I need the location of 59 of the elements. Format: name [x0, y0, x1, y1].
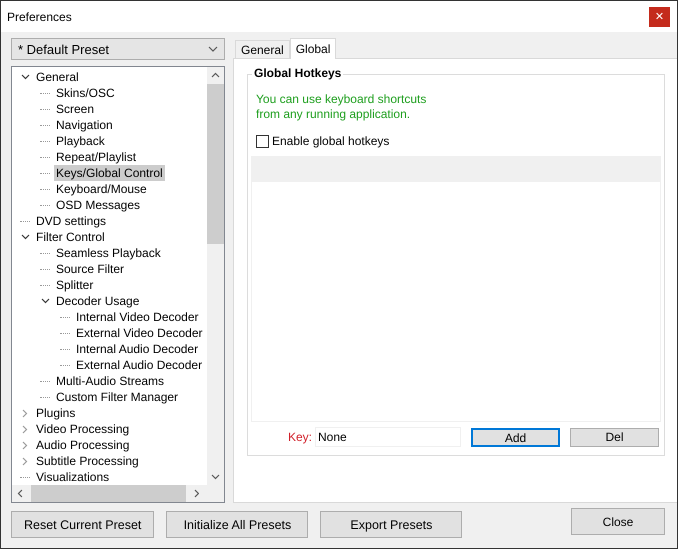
tree-item[interactable]: Audio Processing: [34, 437, 132, 453]
chevron-down-icon[interactable]: [40, 298, 50, 304]
tree-item[interactable]: External Audio Decoder: [74, 357, 204, 373]
chevron-down-icon[interactable]: [211, 474, 220, 480]
chevron-right-icon[interactable]: [22, 424, 28, 434]
tree-item[interactable]: Source Filter: [54, 261, 126, 277]
tree-item[interactable]: Seamless Playback: [54, 245, 163, 261]
tree-item[interactable]: Splitter: [54, 277, 96, 293]
checkbox-icon[interactable]: [256, 134, 269, 148]
chevron-right-icon[interactable]: [22, 440, 28, 450]
chevron-right-icon[interactable]: [22, 408, 28, 418]
chevron-right-icon[interactable]: [194, 489, 200, 498]
tree-item[interactable]: Skins/OSC: [54, 85, 117, 101]
key-label: Key:: [288, 430, 312, 444]
tree-item[interactable]: Internal Video Decoder: [74, 309, 201, 325]
tab[interactable]: General: [235, 40, 290, 58]
tree-item[interactable]: Decoder Usage: [54, 293, 142, 309]
window-title: Preferences: [7, 10, 72, 24]
tab[interactable]: Global: [290, 38, 336, 59]
close-dialog-button[interactable]: Close: [571, 508, 665, 535]
group-title: Global Hotkeys: [252, 66, 344, 80]
tree-item[interactable]: Subtitle Processing: [34, 453, 141, 469]
preset-dropdown[interactable]: * Default Preset: [11, 38, 225, 60]
chevron-up-icon[interactable]: [211, 72, 220, 78]
chevron-down-icon[interactable]: [20, 234, 30, 240]
tree-item[interactable]: Internal Audio Decoder: [74, 341, 200, 357]
enable-hotkeys-checkbox[interactable]: Enable global hotkeys: [256, 134, 390, 148]
chevron-down-icon[interactable]: [20, 74, 30, 80]
tree-item[interactable]: Repeat/Playlist: [54, 149, 138, 165]
scrollbar-thumb[interactable]: [207, 84, 224, 244]
chevron-down-icon: [208, 46, 218, 52]
tree-item[interactable]: Plugins: [34, 405, 78, 421]
close-button[interactable]: ✕: [649, 6, 670, 26]
scrollbar-thumb[interactable]: [30, 485, 186, 502]
tree-item[interactable]: General: [34, 69, 81, 85]
tree-item[interactable]: Playback: [54, 133, 107, 149]
tree-item[interactable]: Keyboard/Mouse: [54, 181, 149, 197]
tree-item[interactable]: OSD Messages: [54, 197, 142, 213]
tree-item[interactable]: Multi-Audio Streams: [54, 373, 166, 389]
tree-item[interactable]: Screen: [54, 101, 96, 117]
tree-item[interactable]: Filter Control: [34, 229, 107, 245]
tree-item[interactable]: Video Processing: [34, 421, 132, 437]
tree-item[interactable]: Keys/Global Control: [54, 165, 165, 181]
tree-item[interactable]: External Video Decoder: [74, 325, 205, 341]
tree-item[interactable]: DVD settings: [34, 213, 108, 229]
preset-button[interactable]: Export Presets: [320, 511, 462, 538]
list-button[interactable]: Del: [570, 428, 660, 446]
vertical-scrollbar[interactable]: [207, 67, 224, 485]
chevron-left-icon[interactable]: [17, 489, 23, 498]
chevron-right-icon[interactable]: [22, 456, 28, 466]
key-field[interactable]: None: [315, 427, 462, 447]
tree-item[interactable]: Custom Filter Manager: [54, 389, 180, 405]
preset-button[interactable]: Initialize All Presets: [166, 511, 308, 538]
tree-item[interactable]: Visualizations: [34, 469, 112, 485]
info-text: You can use keyboard shortcuts: [256, 92, 428, 107]
tree-item[interactable]: Navigation: [54, 117, 115, 133]
list-button[interactable]: Add: [471, 428, 560, 446]
info-text: from any running application.: [256, 107, 412, 122]
preset-button[interactable]: Reset Current Preset: [11, 511, 154, 538]
